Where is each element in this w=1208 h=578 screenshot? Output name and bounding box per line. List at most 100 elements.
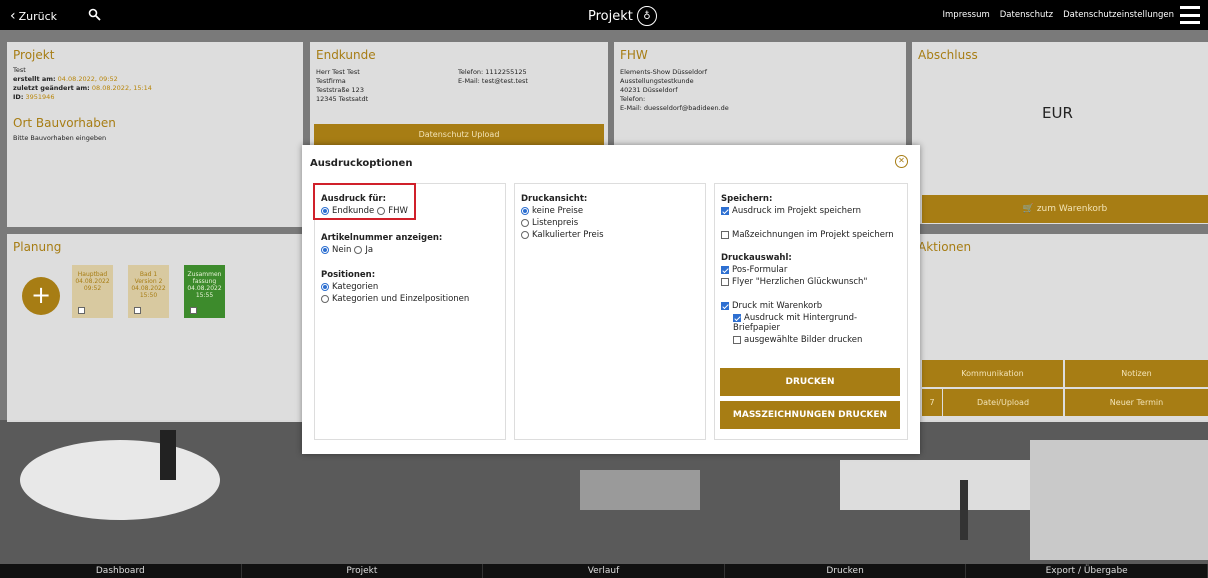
created-value: 04.08.2022, 09:52 [57, 75, 118, 83]
top-links: Impressum Datenschutz Datenschutzeinstel… [943, 10, 1174, 20]
planung-tile[interactable]: Zusammen fassung 04.08.2022 15:55 [184, 265, 225, 318]
nav-verlauf[interactable]: Verlauf [483, 564, 725, 578]
endkunde-line: Herr Test Test [316, 68, 360, 76]
nav-dashboard[interactable]: Dashboard [0, 564, 242, 578]
id-label: ID: [13, 93, 24, 101]
planung-panel: Planung [7, 234, 303, 422]
hintergrund-label-2: Briefpapier [733, 323, 780, 333]
cart-icon: 🛒 [1022, 204, 1034, 214]
pos-formular-option[interactable]: Pos-Formular [721, 265, 905, 275]
nein-radio[interactable] [321, 246, 329, 254]
fhw-line: E-Mail: duesseldorf@badideen.de [620, 104, 729, 112]
created-row: erstellt am: 04.08.2022, 09:52 [13, 75, 297, 84]
changed-label: zuletzt geändert am: [13, 84, 90, 92]
endkunde-phone: Telefon: 1112255125 [458, 68, 527, 76]
flyer-option[interactable]: Flyer "Herzlichen Glückwunsch" [721, 277, 905, 287]
hintergrund-label: Ausdruck mit Hintergrund- [744, 313, 858, 323]
save-mass-option[interactable]: Maßzeichnungen im Projekt speichern [721, 230, 905, 240]
datenschutz-upload-button[interactable]: Datenschutz Upload [314, 124, 604, 146]
ja-radio[interactable] [354, 246, 363, 254]
fhw-line: Ausstellungstestkunde [620, 77, 694, 85]
datenschutzeinstellungen-link[interactable]: Datenschutzeinstellungen [1063, 10, 1174, 20]
druckansicht-group: Druckansicht: keine Preise Listenpreis K… [521, 194, 604, 240]
save-mass-label: Maßzeichnungen im Projekt speichern [732, 230, 894, 240]
save-mass-checkbox[interactable] [721, 231, 729, 239]
datenschutz-link[interactable]: Datenschutz [1000, 10, 1053, 20]
tile-time: 15:55 [195, 292, 214, 299]
zum-warenkorb-button[interactable]: 🛒 zum Warenkorb [922, 195, 1208, 223]
tile-time: 15:50 [139, 292, 158, 299]
highlight-box [313, 183, 416, 220]
dialog-title: Ausdruckoptionen [310, 158, 413, 169]
endkunde-heading: Endkunde [316, 48, 376, 62]
speichern-group: Speichern: Ausdruck im Projekt speichern… [721, 194, 905, 345]
listenpreis-label: Listenpreis [532, 218, 579, 228]
close-icon[interactable]: ✕ [895, 155, 908, 168]
save-project-checkbox[interactable] [721, 207, 729, 215]
planung-tile[interactable]: Bad 1 Version 2 04.08.2022 15:50 [128, 265, 169, 318]
search-icon[interactable] [88, 8, 104, 25]
fhw-details: Elements-Show Düsseldorf Ausstellungstes… [620, 68, 729, 113]
nav-projekt[interactable]: Projekt [242, 564, 484, 578]
fhw-line: Elements-Show Düsseldorf [620, 68, 708, 76]
tile-checkbox[interactable] [134, 307, 141, 314]
hintergrund-checkbox[interactable] [733, 314, 741, 322]
tile-date: 04.08.2022 [131, 285, 166, 292]
kategorien-radio[interactable] [321, 283, 329, 291]
page-title: Projekt ♁ [588, 6, 657, 26]
kalkulierter-preis-radio[interactable] [521, 231, 529, 239]
nav-export[interactable]: Export / Übergabe [966, 564, 1208, 578]
projekt-details: Test erstellt am: 04.08.2022, 09:52 zule… [13, 66, 297, 102]
listenpreis-radio[interactable] [521, 219, 529, 227]
planung-tile[interactable]: Hauptbad 04.08.2022 09:52 [72, 265, 113, 318]
pos-formular-checkbox[interactable] [721, 266, 729, 274]
neuer-termin-button[interactable]: Neuer Termin [1065, 389, 1208, 416]
keine-preise-option[interactable]: keine Preise [521, 206, 604, 216]
druck-warenkorb-checkbox[interactable] [721, 302, 729, 310]
tile-checkbox[interactable] [190, 307, 197, 314]
back-button[interactable]: ‹ Zurück [10, 8, 57, 24]
druckauswahl-label: Druckauswahl: [721, 253, 792, 263]
zum-warenkorb-label: zum Warenkorb [1036, 204, 1108, 214]
bilder-option[interactable]: ausgewählte Bilder drucken [733, 335, 905, 345]
nav-drucken[interactable]: Drucken [725, 564, 967, 578]
kategorien-option[interactable]: Kategorien [321, 282, 469, 292]
fhw-line: Telefon: [620, 95, 646, 103]
tile-checkbox[interactable] [78, 307, 85, 314]
artikel-label: Artikelnummer anzeigen: [321, 233, 443, 243]
drucken-button[interactable]: DRUCKEN [720, 368, 900, 396]
ort-text[interactable]: Bitte Bauvorhaben eingeben [13, 134, 297, 143]
brand-logo-icon: ♁ [636, 6, 657, 26]
masszeichnungen-drucken-button[interactable]: MASSZEICHNUNGEN DRUCKEN [720, 401, 900, 429]
kommunikation-button[interactable]: Kommunikation [922, 360, 1063, 387]
id-value: 3951946 [25, 93, 55, 101]
projekt-name: Test [13, 66, 26, 74]
endkunde-contact: Telefon: 1112255125 E-Mail: test@test.te… [458, 68, 528, 86]
druck-warenkorb-label: Druck mit Warenkorb [732, 301, 823, 311]
kalkulierter-preis-option[interactable]: Kalkulierter Preis [521, 230, 604, 240]
einzelpositionen-radio[interactable] [321, 295, 329, 303]
bilder-checkbox[interactable] [733, 336, 741, 344]
listenpreis-option[interactable]: Listenpreis [521, 218, 604, 228]
einzelpositionen-radio-label: Kategorien und Einzelpositionen [332, 294, 470, 304]
einzelpositionen-option[interactable]: Kategorien und Einzelpositionen [321, 294, 469, 304]
positionen-label: Positionen: [321, 270, 376, 280]
id-row: ID: 3951946 [13, 93, 297, 102]
currency-label: EUR [1042, 104, 1073, 122]
druck-warenkorb-option[interactable]: Druck mit Warenkorb [721, 301, 905, 311]
fhw-panel: FHW Elements-Show Düsseldorf Ausstellung… [614, 42, 906, 146]
hintergrund-option[interactable]: Ausdruck mit Hintergrund- [733, 313, 905, 323]
save-project-label: Ausdruck im Projekt speichern [732, 206, 862, 216]
datei-upload-button[interactable]: Datei/Upload [943, 389, 1063, 416]
flyer-checkbox[interactable] [721, 278, 729, 286]
page-title-text: Projekt [588, 8, 633, 24]
notizen-button[interactable]: Notizen [1065, 360, 1208, 387]
projekt-heading: Projekt [13, 48, 55, 62]
menu-icon[interactable] [1180, 6, 1200, 24]
save-project-option[interactable]: Ausdruck im Projekt speichern [721, 206, 905, 216]
keine-preise-radio[interactable] [521, 207, 529, 215]
impressum-link[interactable]: Impressum [943, 10, 990, 20]
add-planung-button[interactable]: + [22, 277, 60, 315]
speichern-label: Speichern: [721, 194, 773, 204]
artikel-radio-group: Nein Ja [321, 245, 442, 255]
